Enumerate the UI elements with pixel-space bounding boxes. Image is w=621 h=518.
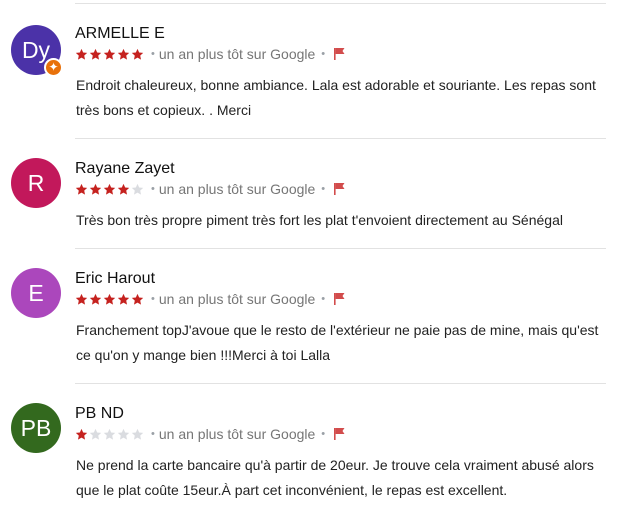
star-icon: [75, 48, 88, 60]
star-icon: [89, 183, 102, 195]
divider: [75, 383, 606, 384]
star-icon: [103, 48, 116, 60]
avatar-initials: PB: [20, 414, 52, 441]
star-icon: [89, 48, 102, 60]
review-meta: • un an plus tôt sur Google •: [75, 45, 346, 63]
star-icon: [103, 293, 116, 305]
report-flag-icon[interactable]: [333, 427, 346, 441]
star-rating: [75, 428, 145, 441]
review-text: Franchement topJ'avoue que le resto de l…: [76, 322, 599, 363]
star-icon: [117, 183, 130, 195]
avatar-initials: E: [28, 279, 44, 306]
reviewer-name[interactable]: Eric Harout: [75, 270, 155, 288]
avatar[interactable]: E: [11, 268, 61, 318]
divider: [75, 138, 606, 139]
review-text: Ne prend la carte bancaire qu'à partir d…: [76, 457, 594, 498]
reviewer-name[interactable]: PB ND: [75, 405, 124, 423]
review-meta: • un an plus tôt sur Google •: [75, 425, 346, 443]
review-time: un an plus tôt sur Google: [158, 426, 316, 442]
reviewer-name[interactable]: Rayane Zayet: [75, 160, 175, 178]
divider: [75, 248, 606, 249]
star-icon: [117, 293, 130, 305]
report-flag-icon[interactable]: [333, 292, 346, 306]
star-icon: [131, 48, 144, 60]
separator-dot: •: [151, 183, 155, 195]
star-icon: [131, 293, 144, 305]
separator-dot: •: [151, 428, 155, 440]
star-icon: [75, 428, 88, 440]
divider: [75, 3, 606, 4]
avatar-initials: R: [27, 169, 45, 196]
star-icon: [103, 428, 116, 440]
star-icon: [75, 183, 88, 195]
star-icon: [117, 428, 130, 440]
star-icon: [89, 428, 102, 440]
review-meta: • un an plus tôt sur Google •: [75, 180, 346, 198]
local-guide-badge-icon: ✦: [44, 58, 63, 77]
separator-dot: •: [321, 293, 326, 305]
avatar[interactable]: R: [11, 158, 61, 208]
separator-dot: •: [151, 48, 155, 60]
avatar[interactable]: Dy ✦: [11, 25, 63, 77]
star-rating: [75, 48, 145, 61]
star-icon: [89, 293, 102, 305]
report-flag-icon[interactable]: [333, 182, 346, 196]
star-rating: [75, 183, 145, 196]
review-text: Endroit chaleureux, bonne ambiance. Lala…: [76, 77, 596, 118]
review-time: un an plus tôt sur Google: [158, 46, 316, 62]
review-time: un an plus tôt sur Google: [158, 181, 316, 197]
review-meta: • un an plus tôt sur Google •: [75, 290, 346, 308]
report-flag-icon[interactable]: [333, 47, 346, 61]
star-icon: [131, 428, 144, 440]
star-icon: [131, 183, 144, 195]
star-icon: [75, 293, 88, 305]
star-icon: [103, 183, 116, 195]
star-rating: [75, 293, 145, 306]
star-icon: [117, 48, 130, 60]
separator-dot: •: [321, 183, 326, 195]
reviewer-name[interactable]: ARMELLE E: [75, 25, 165, 43]
avatar[interactable]: PB: [11, 403, 61, 453]
separator-dot: •: [321, 48, 326, 60]
separator-dot: •: [151, 293, 155, 305]
review-time: un an plus tôt sur Google: [158, 291, 316, 307]
separator-dot: •: [321, 428, 326, 440]
avatar-initials: Dy: [21, 36, 51, 63]
review-text: Très bon très propre piment très fort le…: [76, 212, 563, 228]
